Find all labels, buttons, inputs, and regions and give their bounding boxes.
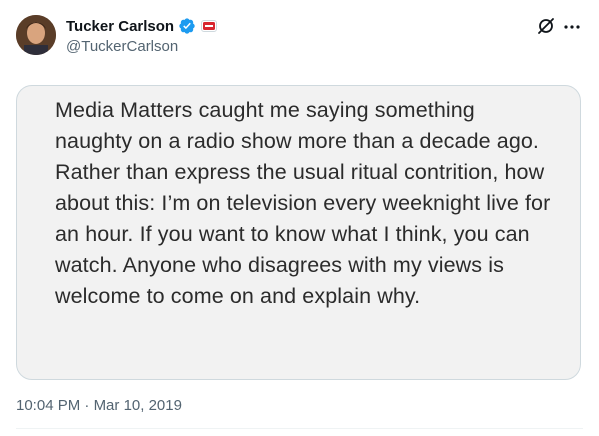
divider <box>16 428 583 429</box>
tweet-image-card[interactable]: Media Matters caught me saying something… <box>16 85 581 380</box>
grok-icon[interactable] <box>536 16 556 36</box>
tweet-time: 10:04 PM <box>16 397 81 414</box>
avatar-image <box>16 15 56 55</box>
tweet-date: Mar 10, 2019 <box>93 397 182 414</box>
more-options-icon[interactable] <box>562 17 582 37</box>
tweet-header: Tucker Carlson @TuckerCarlson <box>0 0 599 70</box>
avatar[interactable] <box>16 15 56 55</box>
verified-badge-icon[interactable] <box>178 17 196 35</box>
image-statement-text: Media Matters caught me saying something… <box>55 98 551 308</box>
timestamp-separator: · <box>84 397 90 414</box>
affiliate-badge-icon[interactable] <box>201 20 218 32</box>
tweet-timestamp[interactable]: 10:04 PM · Mar 10, 2019 <box>16 397 182 414</box>
display-name[interactable]: Tucker Carlson <box>66 18 174 35</box>
name-row: Tucker Carlson <box>66 15 218 37</box>
user-handle[interactable]: @TuckerCarlson <box>66 38 178 55</box>
